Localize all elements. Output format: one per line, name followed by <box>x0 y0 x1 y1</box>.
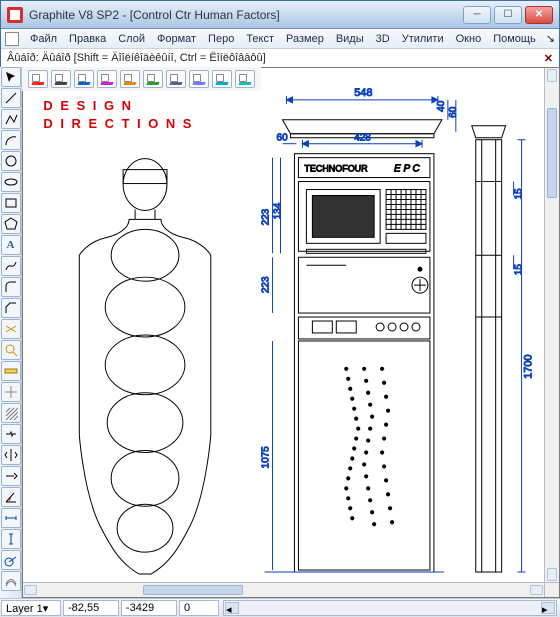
break-tool[interactable] <box>1 424 21 444</box>
pen-swatch-green[interactable] <box>143 70 163 88</box>
svg-text:E P C: E P C <box>394 164 420 175</box>
window-title: Graphite V8 SP2 - [Control Ctr Human Fac… <box>29 8 463 22</box>
angle-tool[interactable] <box>1 487 21 507</box>
svg-text:15: 15 <box>514 188 525 200</box>
document-icon[interactable] <box>5 32 19 46</box>
menu-help[interactable]: Помощь <box>488 31 541 47</box>
drawing-svg: D E S I G N D I R E C T I O N S <box>25 70 542 580</box>
svg-text:223: 223 <box>261 276 272 293</box>
horizontal-scrollbar[interactable] <box>23 582 544 597</box>
human-figure <box>79 159 210 574</box>
chamfer-tool[interactable] <box>1 298 21 318</box>
mirror-tool[interactable] <box>1 445 21 465</box>
svg-text:223: 223 <box>261 208 272 225</box>
coord-z: 0 <box>179 600 219 616</box>
heading-design: D E S I G N <box>43 98 133 113</box>
ellipse-tool[interactable] <box>1 172 21 192</box>
menu-layer[interactable]: Слой <box>113 31 150 47</box>
pen-toolbar <box>22 67 261 91</box>
heading-directions: D I R E C T I O N S <box>43 116 193 131</box>
dim-horiz-tool[interactable] <box>1 508 21 528</box>
pen-swatch-cyan[interactable] <box>212 70 232 88</box>
pen-swatch-teal[interactable] <box>235 70 255 88</box>
pen-swatch-violet[interactable] <box>189 70 209 88</box>
pen-swatch-slate[interactable] <box>166 70 186 88</box>
svg-text:TECHNOFOUR: TECHNOFOUR <box>304 164 368 174</box>
title-bar: Graphite V8 SP2 - [Control Ctr Human Fac… <box>1 1 559 29</box>
menu-file[interactable]: Файл <box>25 31 62 47</box>
layer-selector[interactable]: Layer 1▾ <box>1 600 61 616</box>
maximize-button[interactable]: ☐ <box>494 6 522 24</box>
menu-format[interactable]: Формат <box>152 31 201 47</box>
spline-tool[interactable] <box>1 256 21 276</box>
drawing-canvas[interactable]: D E S I G N D I R E C T I O N S <box>25 70 542 580</box>
menu-3d[interactable]: 3D <box>371 31 395 47</box>
scroll-right-icon[interactable] <box>530 585 543 595</box>
tool-palette: A <box>0 67 22 598</box>
select-tool[interactable] <box>1 67 21 87</box>
extend-tool[interactable] <box>1 466 21 486</box>
scroll-thumb-v[interactable] <box>547 108 557 198</box>
svg-text:60: 60 <box>448 106 459 118</box>
svg-text:134: 134 <box>273 202 284 219</box>
status-bar: Layer 1▾ -82,55 -3429 0 ◂ ▸ <box>0 598 560 617</box>
vertical-scrollbar[interactable] <box>544 68 559 582</box>
menu-window[interactable]: Окно <box>451 31 487 47</box>
mdi-restore-icon[interactable]: ↘ <box>546 32 555 45</box>
multiline-tool[interactable] <box>1 109 21 129</box>
scroll-up-icon[interactable] <box>547 69 557 82</box>
construct-tool[interactable] <box>1 382 21 402</box>
svg-text:1075: 1075 <box>261 446 272 469</box>
polygon-tool[interactable] <box>1 214 21 234</box>
app-icon <box>7 7 23 23</box>
menu-pen[interactable]: Перо <box>203 31 239 47</box>
line-tool[interactable] <box>1 88 21 108</box>
pen-swatch-blue[interactable] <box>74 70 94 88</box>
trim-tool[interactable] <box>1 319 21 339</box>
minimize-button[interactable]: ─ <box>463 6 491 24</box>
measure-tool[interactable] <box>1 361 21 381</box>
menu-edit[interactable]: Правка <box>64 31 111 47</box>
menu-utilities[interactable]: Утилити <box>397 31 449 47</box>
svg-text:40: 40 <box>436 100 447 112</box>
menu-size[interactable]: Размер <box>281 31 329 47</box>
hint-close-icon[interactable]: ✕ <box>544 52 553 65</box>
side-elevation: 15 15 1700 <box>472 126 535 572</box>
pen-swatch-magenta[interactable] <box>97 70 117 88</box>
menu-bar: Файл Правка Слой Формат Перо Текст Разме… <box>1 29 559 49</box>
close-button[interactable]: ✕ <box>525 6 553 24</box>
hint-text: Âûáîð: Äûáîð [Shift = Äîîëíêîäèêûíî, Ctr… <box>7 52 266 64</box>
canvas-area: D E S I G N D I R E C T I O N S <box>22 67 560 598</box>
svg-text:428: 428 <box>354 133 371 144</box>
text-tool[interactable]: A <box>1 235 21 255</box>
pen-swatch-red[interactable] <box>28 70 48 88</box>
scroll-left-icon[interactable] <box>24 585 37 595</box>
menu-text[interactable]: Текст <box>241 31 279 47</box>
svg-text:15: 15 <box>514 264 525 276</box>
menu-views[interactable]: Виды <box>331 31 369 47</box>
zoom-tool[interactable] <box>1 340 21 360</box>
circle-tool[interactable] <box>1 151 21 171</box>
svg-text:1700: 1700 <box>523 354 535 378</box>
svg-text:60: 60 <box>277 133 289 144</box>
resize-grip-icon[interactable] <box>544 582 559 597</box>
svg-text:548: 548 <box>354 87 372 99</box>
hatch-tool[interactable] <box>1 403 21 423</box>
dim-radial-tool[interactable] <box>1 550 21 570</box>
coord-y: -3429 <box>121 600 177 616</box>
hint-bar: Âûáîð: Äûáîð [Shift = Äîîëíêîäèêûíî, Ctr… <box>1 49 559 68</box>
arc-tool[interactable] <box>1 130 21 150</box>
scroll-down-icon[interactable] <box>547 568 557 581</box>
workspace: A D E S I G N D I R E C T I O N S <box>0 67 560 598</box>
pen-swatch-black[interactable] <box>51 70 71 88</box>
status-scrollbar[interactable]: ◂ ▸ <box>223 600 557 616</box>
coord-x: -82,55 <box>63 600 119 616</box>
pen-swatch-orange[interactable] <box>120 70 140 88</box>
front-elevation: 548 40 60 428 <box>261 87 459 572</box>
rect-tool[interactable] <box>1 193 21 213</box>
offset-tool[interactable] <box>1 571 21 591</box>
fillet-tool[interactable] <box>1 277 21 297</box>
scroll-thumb-h[interactable] <box>143 585 243 595</box>
dim-vert-tool[interactable] <box>1 529 21 549</box>
